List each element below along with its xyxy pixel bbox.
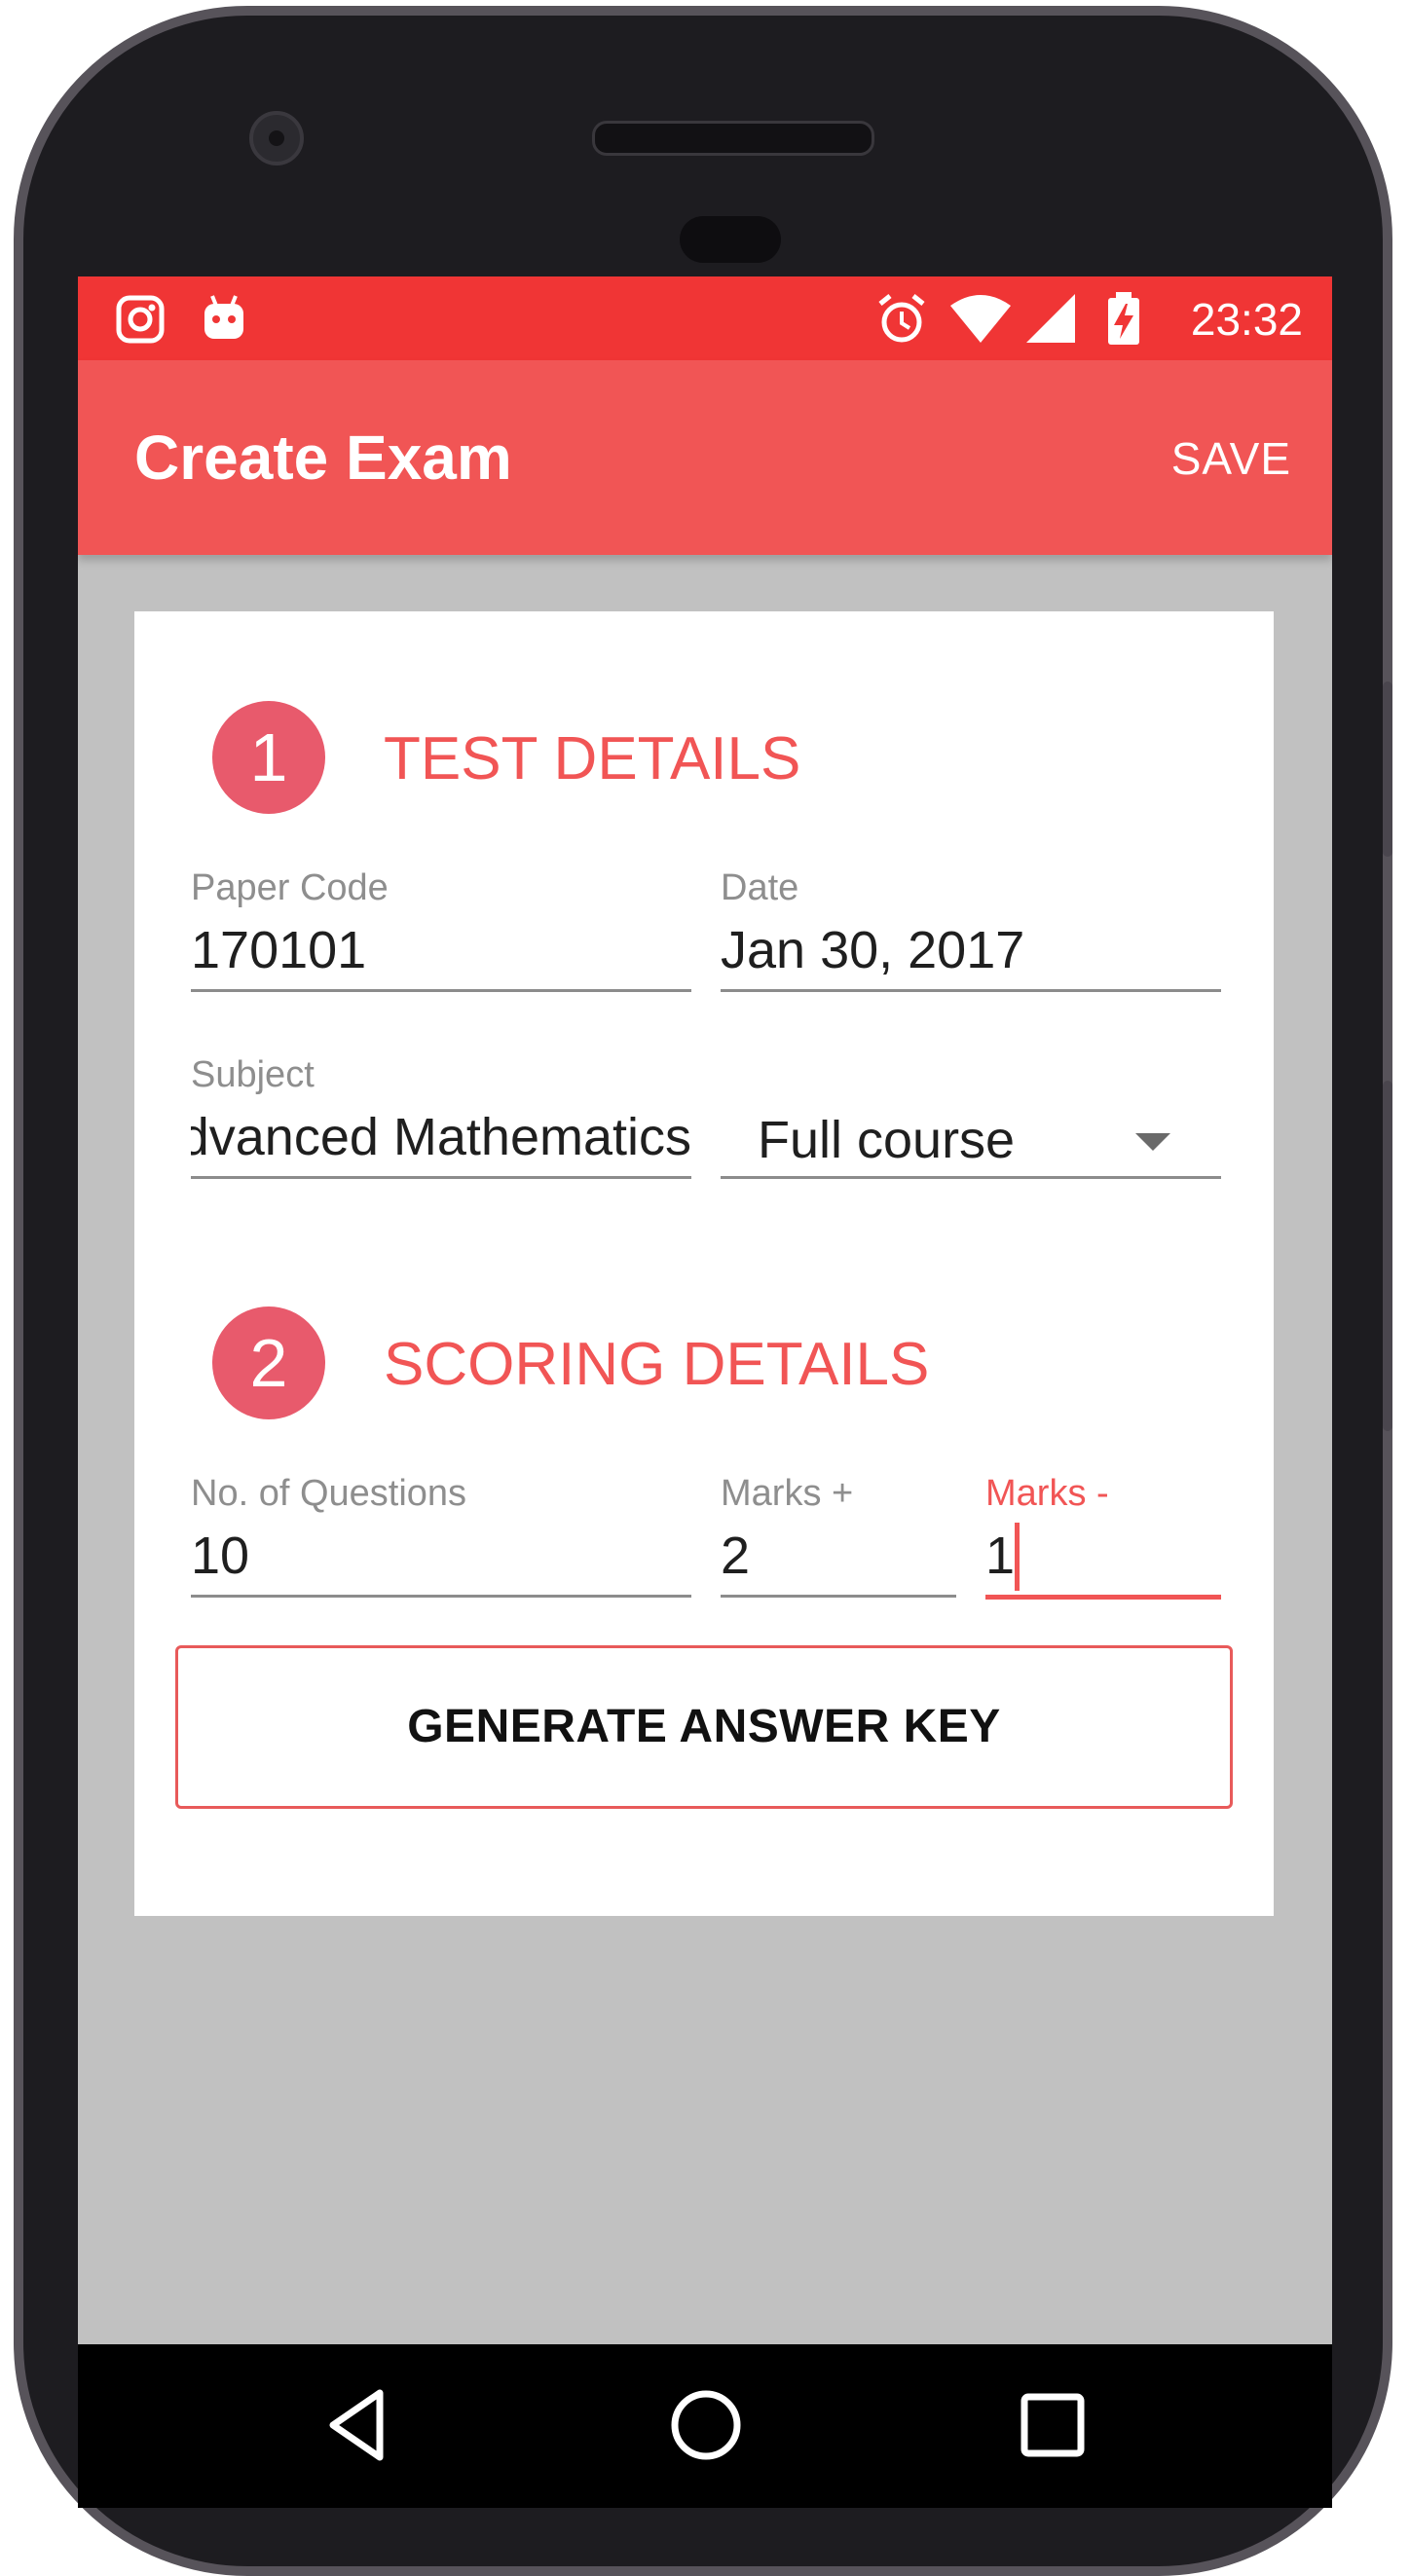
scoring-details-heading: SCORING DETAILS bbox=[384, 1331, 930, 1398]
step-2-badge: 2 bbox=[212, 1306, 325, 1419]
recents-icon[interactable] bbox=[1009, 2381, 1096, 2469]
save-button[interactable]: SAVE bbox=[1171, 424, 1291, 493]
paper-code-value: 170101 bbox=[191, 921, 367, 979]
marks-plus-value: 2 bbox=[721, 1527, 751, 1585]
navigation-bar bbox=[78, 2344, 1332, 2508]
home-icon[interactable] bbox=[662, 2381, 750, 2469]
screen: 23:32 Create Exam SAVE 1 TEST DETAILS Pa… bbox=[78, 276, 1332, 2508]
questions-value: 10 bbox=[191, 1527, 250, 1585]
questions-label: No. of Questions bbox=[191, 1473, 467, 1514]
paper-code-field[interactable]: 170101 bbox=[191, 911, 691, 992]
marks-plus-label: Marks + bbox=[721, 1473, 854, 1514]
power-button bbox=[1383, 681, 1392, 857]
earpiece-speaker bbox=[592, 121, 874, 156]
test-details-heading: TEST DETAILS bbox=[384, 725, 801, 792]
subject-field[interactable]: Advanced Mathematics bbox=[191, 1098, 691, 1179]
step-1-badge: 1 bbox=[212, 701, 325, 814]
marks-minus-label: Marks - bbox=[985, 1473, 1109, 1514]
text-cursor bbox=[1015, 1523, 1020, 1591]
instagram-icon bbox=[116, 295, 165, 344]
android-bot-icon bbox=[204, 295, 243, 339]
proximity-sensor bbox=[680, 216, 781, 263]
app-bar: Create Exam SAVE bbox=[78, 360, 1332, 555]
signal-icon bbox=[1026, 294, 1075, 343]
back-icon[interactable] bbox=[315, 2381, 403, 2469]
page-title: Create Exam bbox=[134, 423, 512, 493]
scope-dropdown[interactable]: Full course bbox=[721, 1098, 1221, 1179]
marks-plus-field[interactable]: 2 bbox=[721, 1517, 956, 1598]
marks-minus-value: 1 bbox=[985, 1527, 1016, 1585]
questions-field[interactable]: 10 bbox=[191, 1517, 691, 1598]
marks-minus-field[interactable]: 1 bbox=[985, 1517, 1221, 1600]
status-time: 23:32 bbox=[1190, 294, 1303, 345]
scope-selected-value: Full course bbox=[758, 1111, 1016, 1169]
volume-rocker bbox=[1383, 1081, 1392, 1431]
status-bar: 23:32 bbox=[78, 276, 1332, 360]
exam-form-card: 1 TEST DETAILS Paper Code 170101 Date Ja… bbox=[134, 611, 1274, 1916]
date-field[interactable]: Jan 30, 2017 bbox=[721, 911, 1221, 992]
subject-label: Subject bbox=[191, 1054, 315, 1095]
subject-value: Advanced Mathematics bbox=[191, 1108, 691, 1166]
chevron-down-icon bbox=[1135, 1133, 1170, 1151]
wifi-icon bbox=[950, 295, 1011, 343]
date-value: Jan 30, 2017 bbox=[721, 921, 1025, 979]
battery-charging-icon bbox=[1108, 292, 1139, 345]
generate-answer-key-button[interactable]: GENERATE ANSWER KEY bbox=[175, 1645, 1233, 1809]
front-camera bbox=[249, 111, 304, 166]
alarm-icon bbox=[878, 294, 925, 343]
paper-code-label: Paper Code bbox=[191, 867, 389, 908]
date-label: Date bbox=[721, 867, 799, 908]
